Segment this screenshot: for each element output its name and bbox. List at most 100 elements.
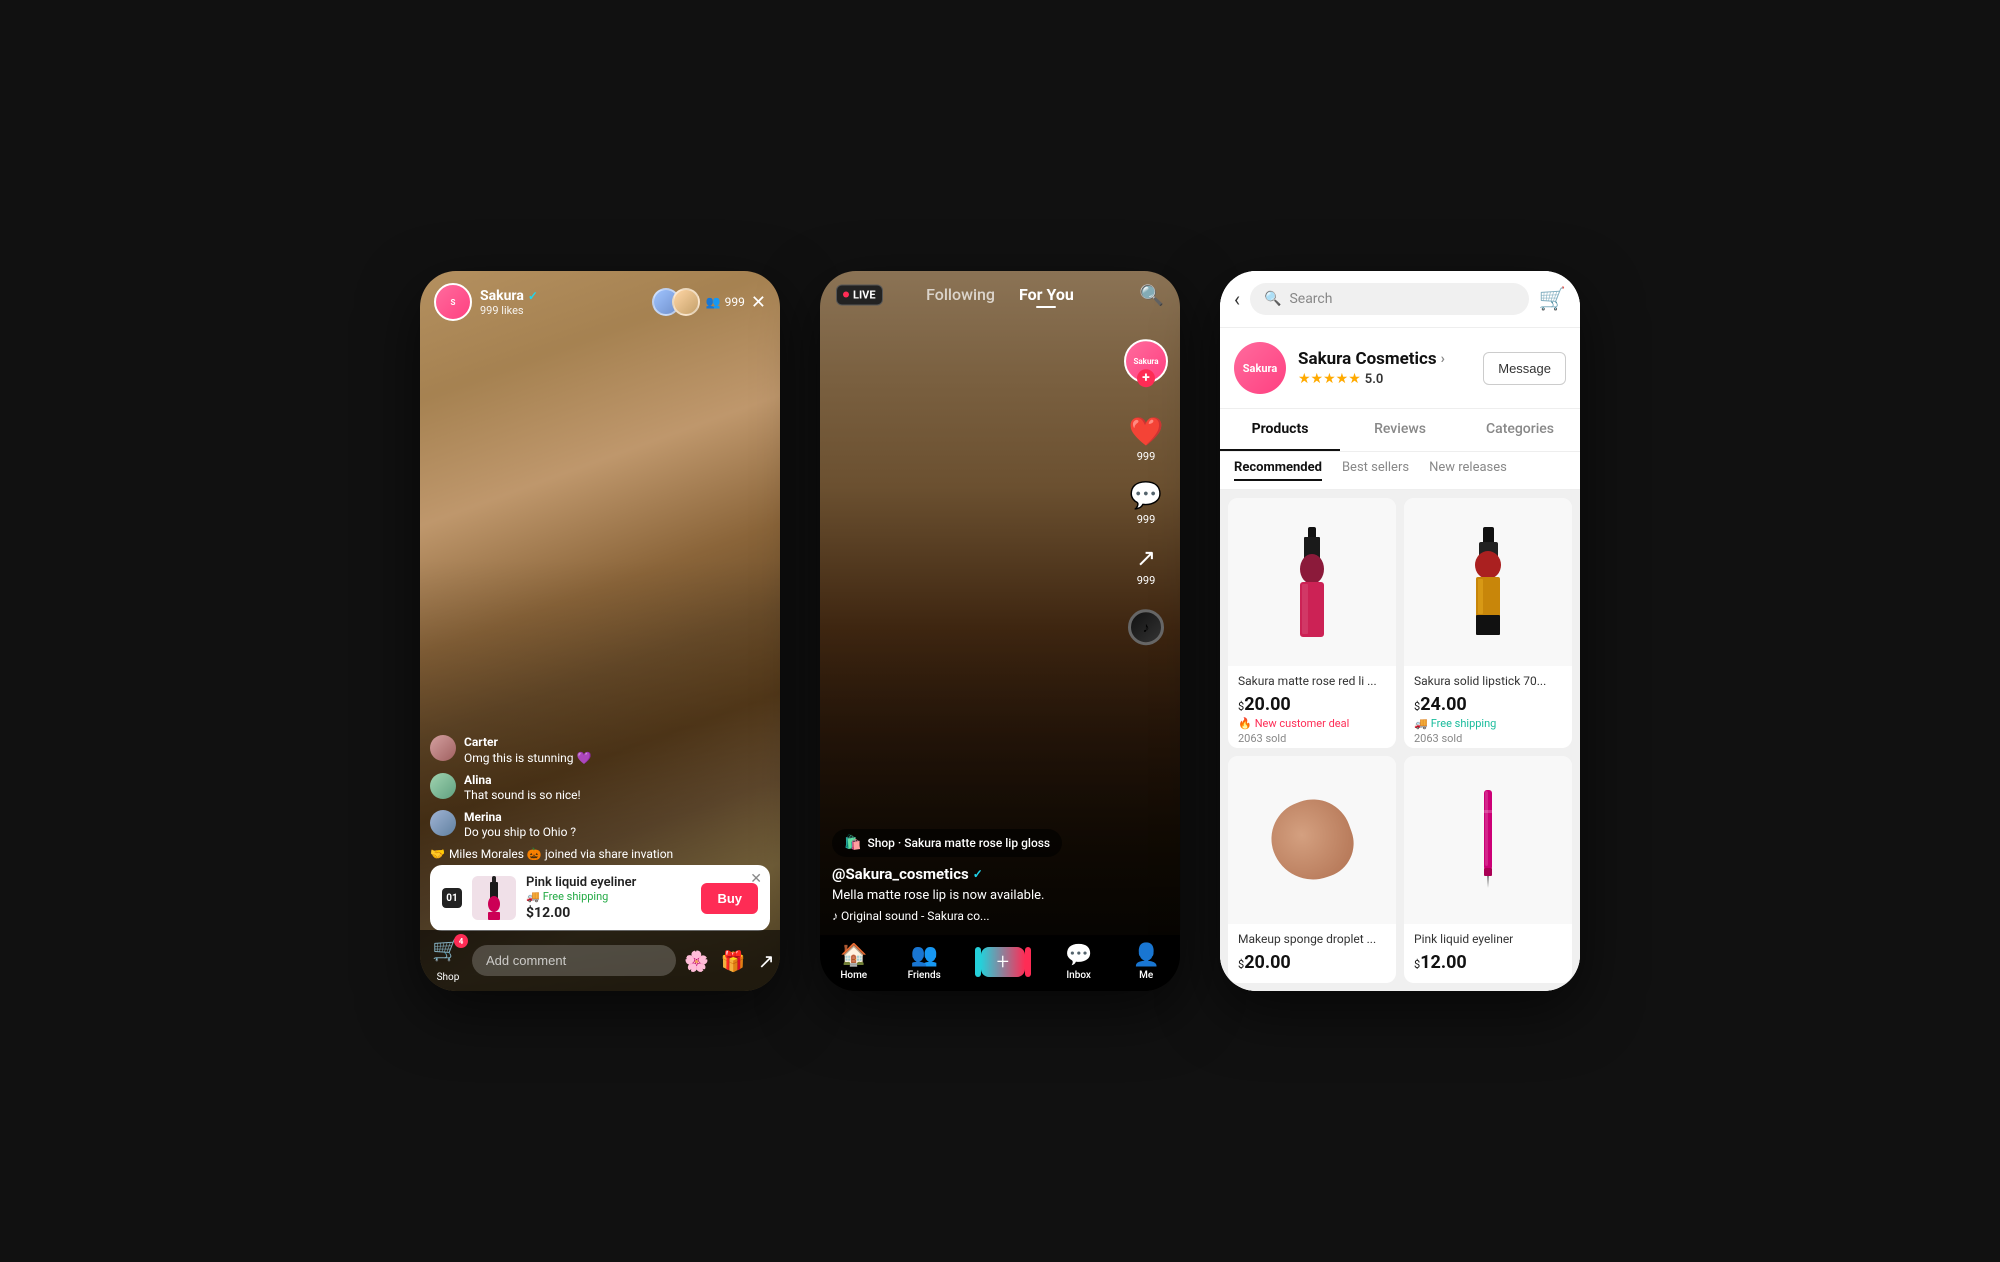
shop-name[interactable]: Sakura Cosmetics › (1298, 349, 1471, 369)
product-number: 01 (442, 888, 462, 908)
creator-name[interactable]: @Sakura_cosmetics ✓ (832, 865, 1100, 883)
creator-follow[interactable]: Sakura + (1124, 339, 1168, 383)
product-price-3: 20.00 (1244, 952, 1291, 973)
sound-disc: ♪ (1128, 609, 1164, 645)
product-title-1: Sakura matte rose red li ... (1238, 674, 1386, 690)
back-button[interactable]: ‹ (1234, 287, 1240, 311)
comment-body: Omg this is stunning 💜 (464, 751, 591, 767)
comment-body: Do you ship to Ohio ? (464, 825, 576, 841)
tab-categories[interactable]: Categories (1460, 409, 1580, 451)
comment-input[interactable] (472, 945, 676, 976)
product-image-4 (1404, 756, 1572, 924)
product-title-2: Sakura solid lipstick 70... (1414, 674, 1562, 690)
viewer-avatar-2 (672, 288, 700, 316)
rose-icon[interactable]: 🌸 (684, 949, 709, 973)
nav-friends[interactable]: 👥 Friends (908, 943, 941, 981)
phone-for-you: LIVE Following For You 🔍 Sakura + ❤️ 999… (820, 271, 1180, 991)
search-bar[interactable]: 🔍 Search (1250, 283, 1529, 315)
product-card-3[interactable]: Makeup sponge droplet ... $ 20.00 (1228, 756, 1396, 983)
shop-badge: 4 (454, 934, 468, 948)
subtab-new-releases[interactable]: New releases (1429, 460, 1507, 481)
tab-products[interactable]: Products (1220, 409, 1340, 451)
verified-badge: ✓ (973, 867, 983, 881)
products-grid: Sakura matte rose red li ... $ 20.00 🔥Ne… (1220, 490, 1580, 991)
product-image (472, 876, 516, 920)
comment-item: Alina That sound is so nice! (430, 773, 680, 804)
product-title-3: Makeup sponge droplet ... (1238, 932, 1386, 948)
nav-create[interactable]: + (981, 947, 1025, 977)
product-price-4: 12.00 (1420, 952, 1467, 973)
shop-header: ‹ 🔍 Search 🛒 (1220, 271, 1580, 328)
star-rating: ★★★★★ (1298, 371, 1361, 387)
product-card-2[interactable]: Sakura solid lipstick 70... $ 24.00 🚚Fre… (1404, 498, 1572, 748)
product-image-2 (1404, 498, 1572, 666)
message-button[interactable]: Message (1483, 352, 1566, 385)
product-card: ✕ 01 Pink liquid eyeliner 🚚 Free shippin… (430, 865, 770, 931)
tab-reviews[interactable]: Reviews (1340, 409, 1460, 451)
rating-value: 5.0 (1365, 372, 1384, 387)
product-price-1: 20.00 (1244, 694, 1291, 715)
buy-button[interactable]: Buy (701, 883, 758, 914)
cart-icon[interactable]: 🛒 (1539, 287, 1566, 312)
gift-icon[interactable]: 🎁 (721, 949, 746, 973)
sound-info: ♪ Original sound - Sakura co... (832, 909, 1100, 923)
viewer-count: 👥 999 (706, 295, 745, 309)
shop-logo: Sakura (1234, 342, 1286, 394)
video-caption: Mella matte rose lip is now available. (832, 887, 1100, 905)
product-close-button[interactable]: ✕ (750, 871, 762, 887)
verified-badge: ✓ (528, 289, 538, 303)
streamer-username: Sakura ✓ (480, 288, 644, 304)
product-card-1[interactable]: Sakura matte rose red li ... $ 20.00 🔥Ne… (1228, 498, 1396, 748)
deal-badge-1: 🔥New customer deal (1238, 717, 1386, 730)
product-name: Pink liquid eyeliner (526, 875, 691, 890)
sold-count-1: 2063 sold (1238, 732, 1386, 745)
subtab-best-sellers[interactable]: Best sellers (1342, 460, 1409, 481)
comment-item: Merina Do you ship to Ohio ? (430, 810, 680, 841)
comment-item: Carter Omg this is stunning 💜 (430, 735, 680, 766)
nav-me[interactable]: 👤 Me (1132, 943, 1159, 981)
share-action[interactable]: ↗ 999 (1136, 544, 1156, 587)
shipping-badge-2: 🚚Free shipping (1414, 717, 1562, 730)
phone-live-stream: S Sakura ✓ 999 likes 👥 9 (420, 271, 780, 991)
search-icon: 🔍 (1264, 291, 1281, 307)
product-price-2: 24.00 (1420, 694, 1467, 715)
share-icon[interactable]: ↗ (758, 949, 775, 973)
search-icon[interactable]: 🔍 (1139, 283, 1164, 307)
comment-body: That sound is so nice! (464, 788, 581, 804)
comment-avatar (430, 773, 456, 799)
sponge-shape (1261, 789, 1364, 892)
following-tab[interactable]: Following (926, 285, 995, 304)
comment-author: Merina (464, 810, 576, 826)
subtab-recommended[interactable]: Recommended (1234, 460, 1322, 481)
comment-author: Carter (464, 735, 591, 751)
product-card-4[interactable]: Pink liquid eyeliner $ 12.00 (1404, 756, 1572, 983)
product-price: $12.00 (526, 905, 691, 921)
for-you-tab[interactable]: For You (1019, 285, 1074, 304)
live-indicator: LIVE (836, 284, 883, 305)
bottom-bar: 🛒 4 Shop 🌸 🎁 ↗ (420, 930, 780, 991)
nav-home[interactable]: 🏠 Home (840, 943, 867, 981)
join-notification: 🤝 Miles Morales 🎃 joined via share invat… (430, 847, 680, 861)
search-placeholder: Search (1289, 291, 1332, 307)
shop-info: Sakura Sakura Cosmetics › ★★★★★ 5.0 Mess… (1220, 328, 1580, 409)
product-shipping: 🚚 Free shipping (526, 890, 691, 903)
phone-shop: ‹ 🔍 Search 🛒 Sakura Sakura Cosmetics › (1220, 271, 1580, 991)
shop-button[interactable]: 🛒 4 Shop (432, 938, 464, 983)
comment-author: Alina (464, 773, 581, 789)
product-title-4: Pink liquid eyeliner (1414, 932, 1562, 948)
tab-bar: Products Reviews Categories (1220, 409, 1580, 452)
sub-tab-bar: Recommended Best sellers New releases (1220, 452, 1580, 490)
close-button[interactable]: ✕ (751, 292, 766, 313)
comment-action[interactable]: 💬 999 (1130, 481, 1162, 526)
bottom-navigation: 🏠 Home 👥 Friends + 💬 Inbox 👤 Me (820, 935, 1180, 991)
streamer-avatar: S (434, 283, 472, 321)
nav-inbox[interactable]: 💬 Inbox (1065, 943, 1092, 981)
product-image-1 (1228, 498, 1396, 666)
comment-avatar (430, 810, 456, 836)
like-action[interactable]: ❤️ 999 (1129, 415, 1164, 463)
like-count: 999 likes (480, 304, 644, 317)
comment-avatar (430, 735, 456, 761)
shop-arrow-icon: › (1441, 351, 1445, 367)
product-image-3 (1228, 756, 1396, 924)
shop-tag[interactable]: 🛍️ Shop · Sakura matte rose lip gloss (832, 829, 1062, 857)
